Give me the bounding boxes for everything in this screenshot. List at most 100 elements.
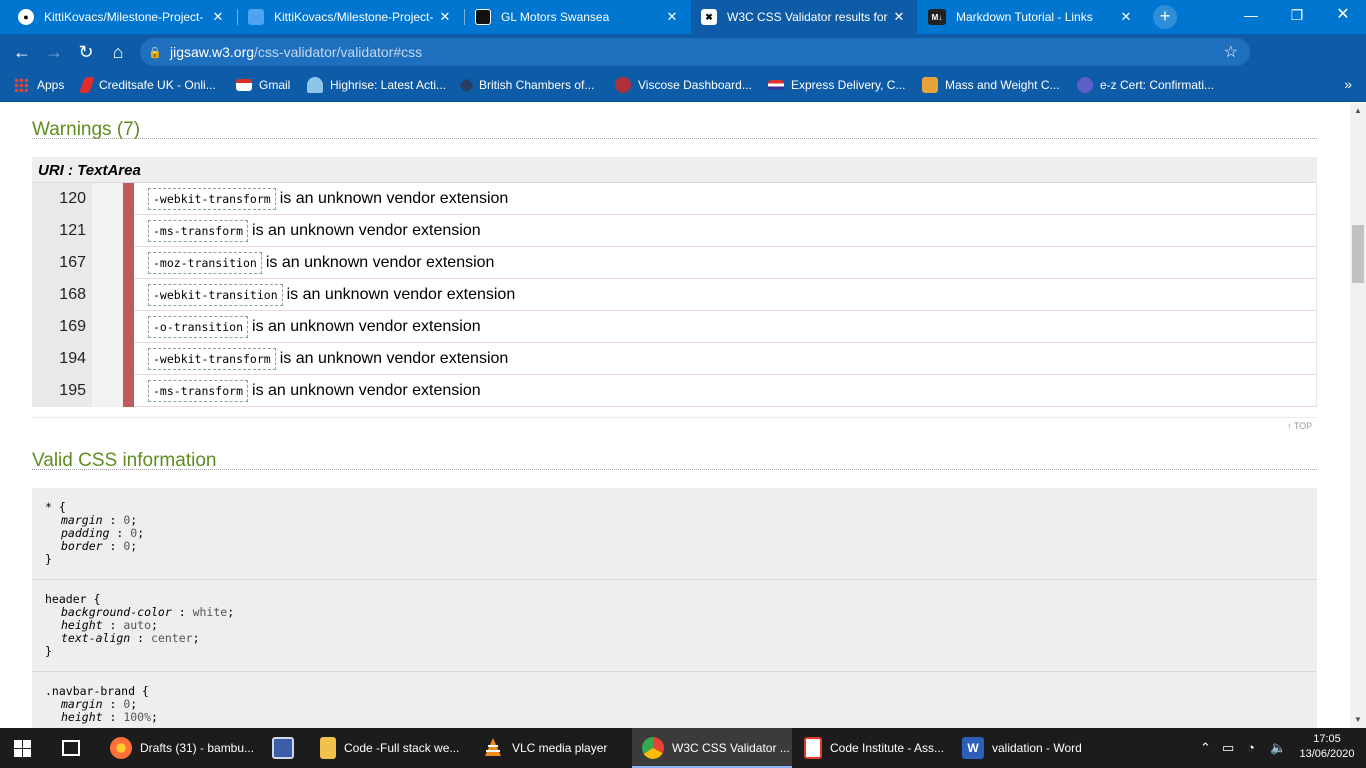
back-button[interactable]: ← bbox=[10, 40, 34, 64]
tab-markdown[interactable]: M↓ Markdown Tutorial - Links ✕ bbox=[918, 0, 1144, 34]
css-declaration: height : auto; bbox=[61, 618, 158, 632]
warning-marker bbox=[123, 311, 134, 343]
home-button[interactable]: ⌂ bbox=[106, 40, 130, 64]
close-icon[interactable]: ✕ bbox=[664, 9, 680, 25]
tab-title: KittiKovacs/Milestone-Project- bbox=[44, 10, 204, 24]
close-icon[interactable]: ✕ bbox=[891, 9, 907, 25]
vlc-cone-icon bbox=[485, 738, 501, 756]
warning-row: 121 -ms-transform is an unknown vendor ex… bbox=[32, 215, 1316, 247]
chambers-icon bbox=[458, 77, 475, 93]
divider bbox=[32, 417, 1317, 418]
css-selector: .navbar-brand { bbox=[45, 684, 149, 698]
close-window-button[interactable]: ✕ bbox=[1320, 0, 1366, 30]
minimize-button[interactable]: — bbox=[1228, 0, 1274, 30]
warning-marker bbox=[123, 247, 134, 279]
apps-grid-icon bbox=[14, 78, 28, 92]
close-icon[interactable]: ✕ bbox=[210, 9, 226, 25]
code-property: -ms-transform bbox=[148, 220, 249, 242]
taskbar-label: W3C CSS Validator ... bbox=[672, 741, 790, 755]
address-host: jigsaw.w3.org bbox=[170, 44, 255, 60]
bookmark-apps[interactable]: Apps bbox=[14, 70, 64, 100]
viscose-icon bbox=[615, 77, 631, 93]
bookmark-label: British Chambers of... bbox=[479, 78, 595, 92]
calculator-icon bbox=[922, 77, 938, 93]
page-scrollbar[interactable]: ▲ ▼ bbox=[1350, 103, 1366, 728]
tab-github[interactable]: ● KittiKovacs/Milestone-Project- ✕ bbox=[8, 0, 236, 34]
system-clock[interactable]: 17:05 13/06/2020 bbox=[1296, 732, 1358, 762]
tab-gl-motors[interactable]: GL Motors Swansea ✕ bbox=[465, 0, 690, 34]
divider bbox=[32, 469, 1317, 470]
markdown-icon: M↓ bbox=[928, 9, 946, 25]
new-tab-button[interactable]: + bbox=[1153, 5, 1177, 29]
reload-button[interactable]: ↻ bbox=[74, 40, 98, 64]
clock-time: 17:05 bbox=[1313, 733, 1341, 745]
bookmark-creditsafe[interactable]: Creditsafe UK - Onli... bbox=[79, 70, 216, 100]
address-path: /css-validator/validator#css bbox=[254, 44, 423, 60]
bookmarks-bar: Apps Creditsafe UK - Onli... Gmail Highr… bbox=[0, 70, 1366, 102]
scroll-up-icon[interactable]: ▲ bbox=[1350, 103, 1366, 119]
bookmark-highrise[interactable]: Highrise: Latest Acti... bbox=[307, 70, 446, 100]
close-icon[interactable]: ✕ bbox=[1118, 9, 1134, 25]
bookmark-label: Express Delivery, C... bbox=[791, 78, 906, 92]
bookmark-gmail[interactable]: Gmail bbox=[236, 70, 290, 100]
scroll-thumb[interactable] bbox=[1352, 225, 1364, 283]
css-rule-block: * { margin : 0; padding : 0; border : 0;… bbox=[32, 488, 1317, 580]
css-selector: * { bbox=[45, 500, 66, 514]
close-icon[interactable]: ✕ bbox=[437, 9, 453, 25]
taskbar-item-pdf[interactable]: Code Institute - Ass... bbox=[794, 728, 954, 768]
bookmark-star-icon[interactable]: ☆ bbox=[1224, 42, 1238, 62]
highrise-icon bbox=[307, 77, 323, 93]
volume-icon[interactable]: 🔈 bbox=[1270, 740, 1286, 756]
task-view-icon[interactable] bbox=[62, 740, 80, 756]
taskbar-label: Drafts (31) - bambu... bbox=[140, 741, 255, 755]
warning-row: 194 -webkit-transform is an unknown vendo… bbox=[32, 343, 1316, 375]
taskbar-item-chrome[interactable]: W3C CSS Validator ... bbox=[632, 728, 792, 768]
line-number: 120 bbox=[32, 183, 92, 215]
code-property: -webkit-transition bbox=[148, 284, 283, 306]
bookmark-express-delivery[interactable]: Express Delivery, C... bbox=[768, 70, 905, 100]
bookmark-label: Gmail bbox=[259, 78, 291, 92]
uri-header: URI : TextArea bbox=[32, 157, 1317, 183]
taskbar-item-save[interactable] bbox=[262, 728, 308, 768]
address-bar[interactable]: 🔒 jigsaw.w3.org/css-validator/validator#… bbox=[140, 38, 1250, 66]
taskbar-item-file-explorer[interactable]: Code -Full stack we... bbox=[310, 728, 470, 768]
warning-row: 169 -o-transition is an unknown vendor ex… bbox=[32, 311, 1316, 343]
taskbar-item-firefox[interactable]: Drafts (31) - bambu... bbox=[100, 728, 260, 768]
gmail-icon bbox=[236, 79, 252, 91]
css-declaration: background-color : white; bbox=[61, 605, 235, 619]
css-declaration: text-align : center; bbox=[61, 631, 200, 645]
bookmark-mass-weight[interactable]: Mass and Weight C... bbox=[922, 70, 1060, 100]
wifi-icon[interactable]: ◔ bbox=[1247, 740, 1255, 755]
restore-button[interactable]: ❐ bbox=[1274, 0, 1320, 30]
lock-icon: 🔒 bbox=[148, 46, 162, 59]
tab-w3c-validator[interactable]: ✖ W3C CSS Validator results for T ✕ bbox=[691, 0, 917, 34]
warning-message: is an unknown vendor extension bbox=[252, 318, 481, 335]
taskbar-label: validation - Word bbox=[992, 741, 1082, 755]
back-to-top-link[interactable]: ↑ TOP bbox=[1287, 421, 1312, 431]
code-property: -webkit-transform bbox=[148, 348, 276, 370]
line-number: 194 bbox=[32, 343, 92, 375]
taskbar-item-vlc[interactable]: VLC media player bbox=[472, 728, 630, 768]
tray-chevron-icon[interactable]: ⌃ bbox=[1200, 740, 1211, 756]
css-rule-block: header { background-color : white; heigh… bbox=[32, 580, 1317, 672]
more-bookmarks-icon[interactable]: » bbox=[1344, 76, 1352, 92]
warning-row: 120 -webkit-transform is an unknown vendo… bbox=[32, 183, 1316, 215]
forward-button[interactable]: → bbox=[42, 40, 66, 64]
taskbar-label: VLC media player bbox=[512, 741, 608, 755]
tab-title: W3C CSS Validator results for T bbox=[727, 10, 891, 24]
windows-start-icon[interactable] bbox=[14, 740, 31, 757]
scroll-down-icon[interactable]: ▼ bbox=[1350, 712, 1366, 728]
battery-icon[interactable]: ▭ bbox=[1222, 740, 1234, 756]
bookmark-british-chambers[interactable]: British Chambers of... bbox=[458, 70, 595, 100]
bookmark-label: Viscose Dashboard... bbox=[638, 78, 752, 92]
warning-marker bbox=[123, 375, 134, 407]
tab-project[interactable]: KittiKovacs/Milestone-Project- ✕ bbox=[238, 0, 463, 34]
warning-marker bbox=[123, 215, 134, 247]
bookmark-label: Creditsafe UK - Onli... bbox=[99, 78, 216, 92]
firefox-icon bbox=[110, 737, 132, 759]
bookmark-ez-cert[interactable]: e-z Cert: Confirmati... bbox=[1077, 70, 1214, 100]
taskbar-item-word[interactable]: W validation - Word bbox=[956, 728, 1116, 768]
code-property: -o-transition bbox=[148, 316, 249, 338]
warning-message: is an unknown vendor extension bbox=[252, 222, 481, 239]
bookmark-viscose[interactable]: Viscose Dashboard... bbox=[615, 70, 752, 100]
